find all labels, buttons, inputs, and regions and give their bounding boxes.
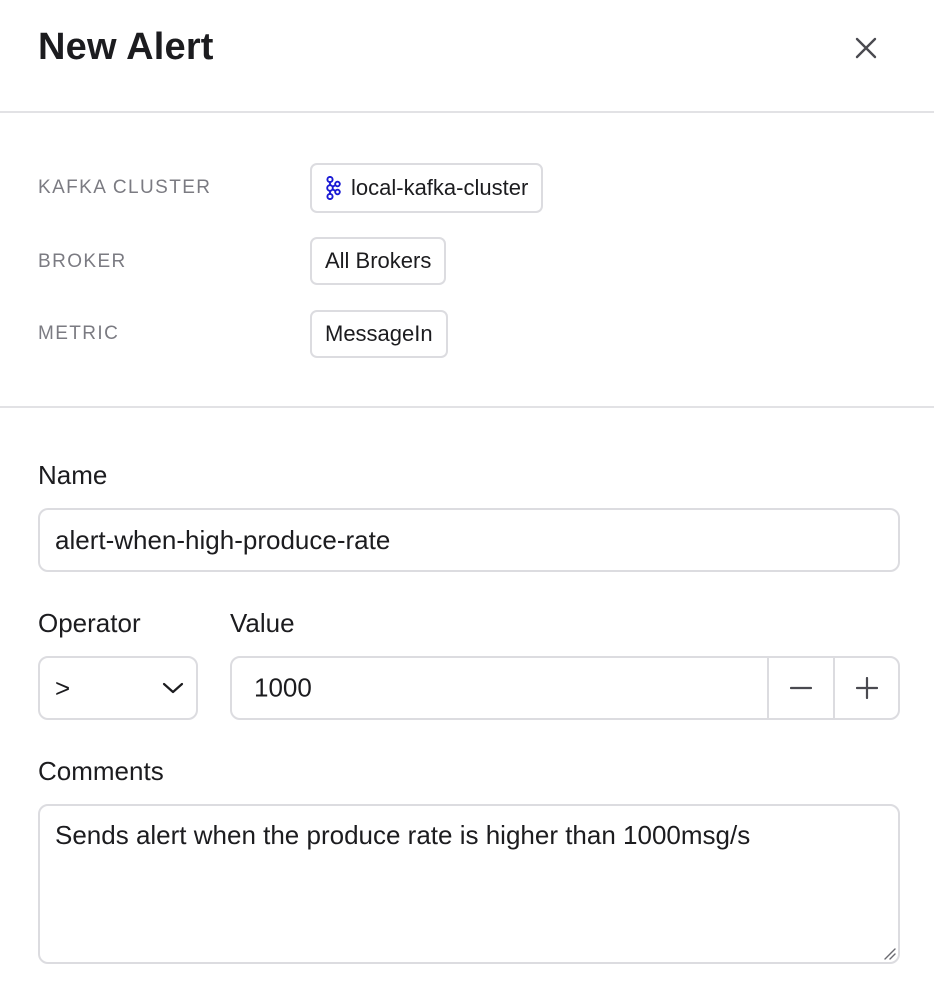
- kafka-icon: [325, 176, 341, 200]
- broker-value: All Brokers: [325, 248, 432, 273]
- increment-button[interactable]: [833, 658, 899, 718]
- close-button[interactable]: [846, 28, 886, 68]
- comments-label: Comments: [38, 756, 164, 786]
- kafka-cluster-value: local-kafka-cluster: [351, 175, 529, 200]
- kafka-cluster-chip: local-kafka-cluster: [310, 163, 544, 213]
- value-stepper: 1000: [230, 656, 900, 720]
- dialog-title: New Alert: [38, 26, 214, 68]
- operator-label: Operator: [38, 608, 141, 638]
- metric-label: METRIC: [38, 323, 120, 344]
- comments-textarea[interactable]: Sends alert when the produce rate is hig…: [38, 804, 900, 964]
- metric-value: MessageIn: [325, 321, 433, 346]
- new-alert-dialog: New Alert KAFKA CLUSTER local-kafka-clus…: [0, 0, 934, 984]
- resize-handle-icon[interactable]: [882, 946, 896, 960]
- operator-value: >: [55, 672, 71, 703]
- dialog-header: New Alert: [0, 0, 934, 113]
- alert-info-section: KAFKA CLUSTER local-kafka-cluster BROKER…: [0, 113, 934, 408]
- plus-icon: [856, 677, 878, 699]
- operator-select[interactable]: >: [38, 656, 198, 720]
- value-label: Value: [230, 608, 295, 638]
- name-label: Name: [38, 460, 108, 490]
- broker-chip: All Brokers: [310, 237, 447, 285]
- decrement-button[interactable]: [767, 658, 833, 718]
- chevron-down-icon: [162, 682, 184, 694]
- kafka-cluster-label: KAFKA CLUSTER: [38, 177, 212, 198]
- minus-icon: [790, 686, 812, 690]
- name-input[interactable]: alert-when-high-produce-rate: [38, 508, 900, 572]
- close-icon: [855, 37, 877, 59]
- name-input-value: alert-when-high-produce-rate: [55, 524, 391, 555]
- metric-chip: MessageIn: [310, 310, 448, 358]
- broker-label: BROKER: [38, 251, 127, 272]
- value-input[interactable]: 1000: [254, 673, 312, 704]
- comments-value: Sends alert when the produce rate is hig…: [55, 820, 751, 850]
